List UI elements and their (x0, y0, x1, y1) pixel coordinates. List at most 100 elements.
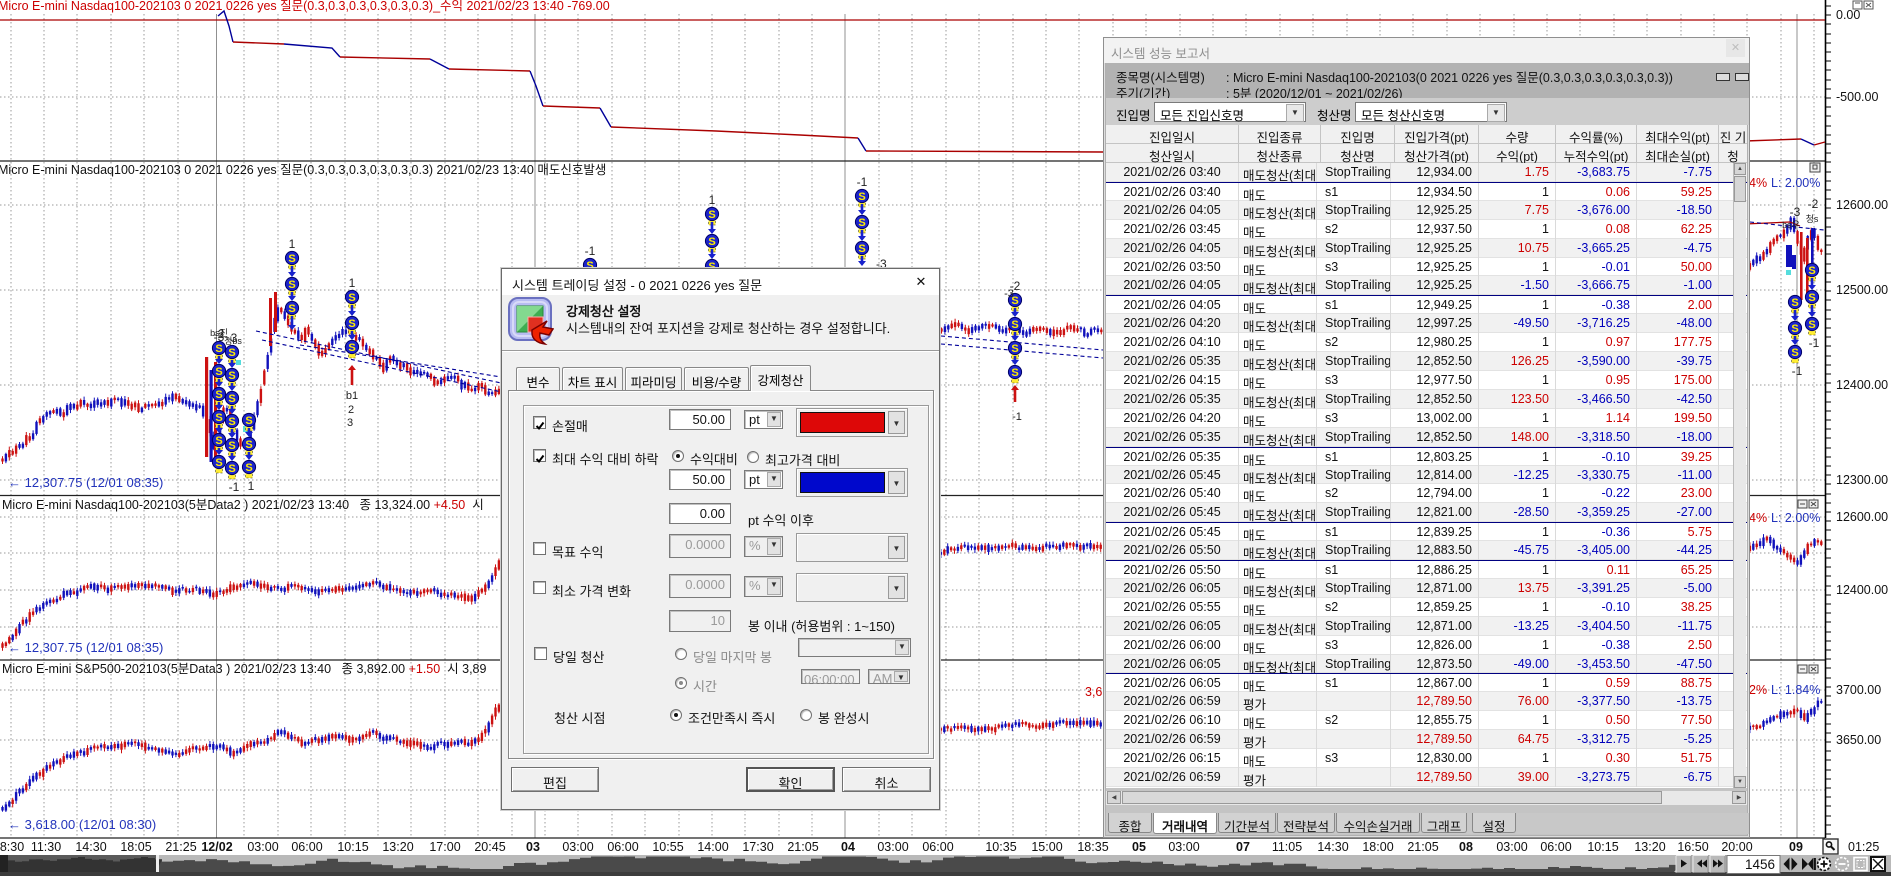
svg-text:bs우: bs우 (1782, 220, 1800, 230)
svg-text:S: S (228, 370, 235, 382)
svg-text:Micro E-mini Nasdaq100-202103(: Micro E-mini Nasdaq100-202103(5분Data2 ) … (2, 498, 484, 512)
svg-text:03:00: 03:00 (1496, 840, 1527, 854)
svg-text:03:00: 03:00 (877, 840, 908, 854)
svg-text:12600.00: 12600.00 (1836, 198, 1888, 212)
svg-text:14:00: 14:00 (697, 840, 728, 854)
svg-text:05: 05 (1132, 840, 1146, 854)
svg-text:01:25: 01:25 (1848, 840, 1879, 854)
svg-text:20:45: 20:45 (474, 840, 505, 854)
svg-text:1: 1 (289, 237, 296, 251)
svg-text:17:30: 17:30 (742, 840, 773, 854)
svg-text:-3: -3 (214, 330, 225, 344)
svg-text:b1: b1 (346, 390, 358, 402)
svg-text:Micro E-mini S&P500-202103(5분D: Micro E-mini S&P500-202103(5분Data3 ) 202… (2, 662, 487, 676)
svg-text:14:30: 14:30 (1317, 840, 1348, 854)
svg-text:S: S (215, 435, 222, 447)
svg-text:S: S (1011, 343, 1018, 355)
svg-text:-1: -1 (1012, 411, 1022, 423)
svg-text:← 12,307.75 (12/01 08:35): ← 12,307.75 (12/01 08:35) (8, 640, 163, 655)
svg-text:-1: -1 (585, 244, 596, 258)
svg-text:-1: -1 (857, 175, 868, 189)
svg-text:15:00: 15:00 (1031, 840, 1062, 854)
svg-text:S: S (245, 415, 252, 427)
svg-text:04: 04 (841, 840, 855, 854)
svg-text:S: S (228, 347, 235, 359)
svg-text:S: S (348, 342, 355, 354)
svg-text:S: S (1011, 319, 1018, 331)
svg-text:S: S (708, 209, 715, 221)
svg-text:-2: -2 (1808, 197, 1819, 211)
svg-text:S: S (858, 191, 865, 203)
svg-text:8:30: 8:30 (0, 840, 24, 854)
svg-text:4%: 4% (1749, 176, 1767, 190)
svg-text:2: 2 (348, 404, 354, 416)
svg-text:S: S (348, 292, 355, 304)
svg-text:-3: -3 (227, 331, 238, 345)
svg-text:S: S (245, 462, 252, 474)
svg-text:08: 08 (1459, 840, 1473, 854)
svg-text:06:00: 06:00 (291, 840, 322, 854)
svg-text:3,6: 3,6 (1085, 685, 1102, 699)
svg-text:07: 07 (1236, 840, 1250, 854)
svg-text:13:20: 13:20 (382, 840, 413, 854)
svg-text:S: S (245, 439, 252, 451)
svg-text:S: S (1791, 347, 1798, 359)
svg-text:03:00: 03:00 (247, 840, 278, 854)
svg-text:S: S (215, 343, 222, 355)
svg-text:10:15: 10:15 (1587, 840, 1618, 854)
svg-text:4%: 4% (1749, 511, 1767, 525)
svg-text:14:30: 14:30 (75, 840, 106, 854)
svg-text:-1: -1 (1809, 336, 1820, 350)
svg-text:10:55: 10:55 (652, 840, 683, 854)
svg-text:S: S (215, 412, 222, 424)
svg-text:21:05: 21:05 (787, 840, 818, 854)
svg-text:03: 03 (526, 840, 540, 854)
svg-text:3650.00: 3650.00 (1836, 733, 1881, 747)
svg-text:S: S (348, 318, 355, 330)
svg-text:S: S (1808, 319, 1815, 331)
svg-text:1456: 1456 (1745, 857, 1775, 872)
svg-text:S: S (1808, 292, 1815, 304)
svg-text:S: S (1808, 265, 1815, 277)
svg-text:11:30: 11:30 (31, 840, 61, 854)
svg-text:S: S (215, 366, 222, 378)
svg-text:12500.00: 12500.00 (1836, 283, 1888, 297)
svg-text:-500.00: -500.00 (1836, 90, 1878, 104)
svg-text:2%: 2% (1749, 683, 1767, 697)
svg-text:L: 2.00%: L: 2.00% (1771, 176, 1820, 190)
svg-text:S: S (858, 217, 865, 229)
svg-text:20:00: 20:00 (1721, 840, 1752, 854)
svg-text:18:05: 18:05 (120, 840, 151, 854)
svg-text:18:35: 18:35 (1077, 840, 1108, 854)
svg-text:Micro E-mini Nasdaq100-202103: Micro E-mini Nasdaq100-202103 0 2021 022… (0, 0, 610, 13)
svg-text:S: S (288, 253, 295, 265)
svg-text:21:25: 21:25 (165, 840, 196, 854)
svg-text:S: S (228, 393, 235, 405)
svg-text:13:20: 13:20 (1634, 840, 1665, 854)
svg-text:-3: -3 (1004, 288, 1014, 300)
svg-text:S: S (288, 303, 295, 315)
svg-text:S: S (1011, 367, 1018, 379)
svg-text:← 3,618.00 (12/01 08:30): ← 3,618.00 (12/01 08:30) (8, 817, 156, 832)
svg-text:11:05: 11:05 (1272, 840, 1302, 854)
svg-text:10:35: 10:35 (985, 840, 1016, 854)
svg-text:S: S (215, 389, 222, 401)
svg-text:09: 09 (1789, 840, 1803, 854)
svg-text:18:00: 18:00 (1362, 840, 1393, 854)
svg-text:12300.00: 12300.00 (1836, 473, 1888, 487)
svg-text:S: S (228, 440, 235, 452)
svg-text:3: 3 (347, 417, 353, 429)
svg-text:1: 1 (349, 276, 356, 290)
svg-text:1: 1 (248, 479, 255, 493)
svg-text:17:00: 17:00 (429, 840, 460, 854)
svg-text:S: S (708, 236, 715, 248)
svg-text:S: S (1791, 297, 1798, 309)
svg-text:S: S (288, 279, 295, 291)
svg-text:L: 1.84%: L: 1.84% (1771, 683, 1820, 697)
svg-text:S: S (228, 463, 235, 475)
svg-text:L: 2.00%: L: 2.00% (1771, 511, 1820, 525)
svg-text:21:05: 21:05 (1407, 840, 1438, 854)
svg-text:S: S (215, 457, 222, 469)
svg-text:06:00: 06:00 (922, 840, 953, 854)
svg-text:3700.00: 3700.00 (1836, 683, 1881, 697)
